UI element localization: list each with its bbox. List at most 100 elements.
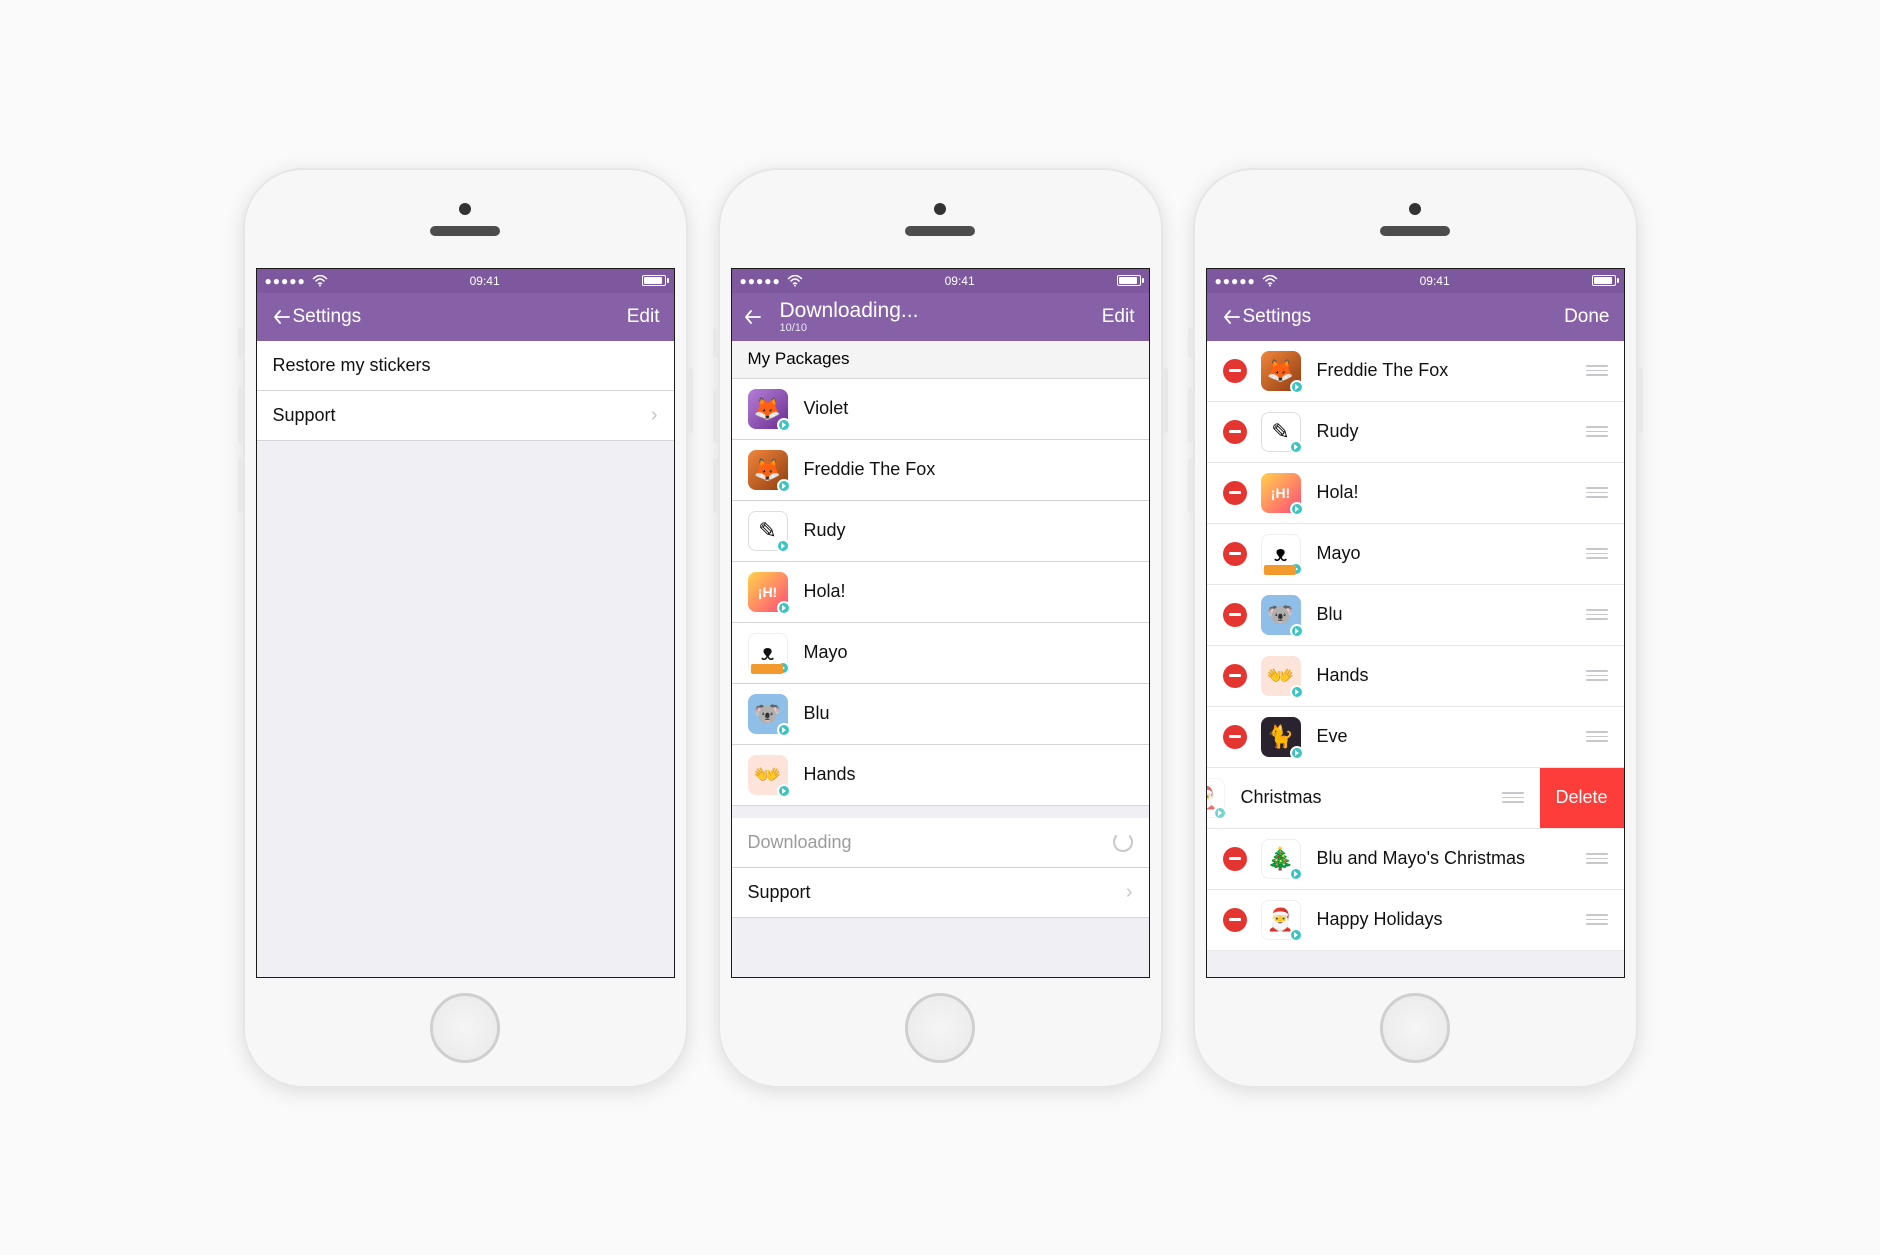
package-edit-row[interactable]: ᴥ Mayo bbox=[1207, 524, 1624, 585]
delete-minus-button[interactable] bbox=[1223, 481, 1247, 505]
sticker-avatar: 👐 bbox=[1261, 656, 1301, 696]
package-name: Mayo bbox=[1317, 543, 1361, 564]
delete-minus-button[interactable] bbox=[1223, 603, 1247, 627]
package-edit-row[interactable]: 🐈 Eve bbox=[1207, 707, 1624, 768]
package-name: Christmas bbox=[1241, 787, 1322, 808]
package-row[interactable]: ¡H! Hola! bbox=[732, 562, 1149, 623]
row-label: Downloading bbox=[748, 832, 852, 853]
downloading-row: Downloading bbox=[732, 818, 1149, 868]
reorder-handle-icon[interactable] bbox=[1586, 914, 1608, 925]
package-row[interactable]: 🐨 Blu bbox=[732, 684, 1149, 745]
sticker-avatar: ¡H! bbox=[1261, 473, 1301, 513]
sticker-avatar: ¡H! bbox=[748, 572, 788, 612]
package-edit-row[interactable]: ✎ Rudy bbox=[1207, 402, 1624, 463]
package-row[interactable]: 👐 Hands bbox=[732, 745, 1149, 806]
package-name: Hands bbox=[804, 764, 856, 785]
section-header: My Packages bbox=[732, 341, 1149, 379]
delete-minus-button[interactable] bbox=[1223, 908, 1247, 932]
package-name: Hola! bbox=[1317, 482, 1359, 503]
screen-2: ●●●●● 09:41 Downloading... 10/10 Edit My… bbox=[731, 268, 1150, 978]
reorder-handle-icon[interactable] bbox=[1586, 426, 1608, 437]
package-name: Blu bbox=[804, 703, 830, 724]
reorder-handle-icon[interactable] bbox=[1586, 670, 1608, 681]
play-badge-icon bbox=[1289, 867, 1303, 881]
sticker-avatar: 👐 bbox=[748, 755, 788, 795]
package-name: Freddie The Fox bbox=[1317, 360, 1449, 381]
settings-list: Restore my stickers Support › bbox=[257, 341, 674, 441]
package-row[interactable]: ᴥ Mayo bbox=[732, 623, 1149, 684]
reorder-handle-icon[interactable] bbox=[1586, 609, 1608, 620]
reorder-handle-icon[interactable] bbox=[1502, 792, 1524, 803]
delete-minus-button[interactable] bbox=[1223, 847, 1247, 871]
reorder-handle-icon[interactable] bbox=[1586, 548, 1608, 559]
row-label: Support bbox=[273, 405, 336, 426]
play-badge-icon bbox=[1290, 502, 1304, 516]
reorder-handle-icon[interactable] bbox=[1586, 365, 1608, 376]
play-badge-icon bbox=[777, 418, 791, 432]
package-edit-row[interactable]: 🎄 Blu and Mayo's Christmas bbox=[1207, 829, 1624, 890]
delete-minus-button[interactable] bbox=[1223, 420, 1247, 444]
home-button[interactable] bbox=[1380, 993, 1450, 1063]
battery-icon bbox=[1117, 275, 1141, 286]
battery-icon bbox=[642, 275, 666, 286]
delete-minus-button[interactable] bbox=[1223, 664, 1247, 688]
package-name: Eve bbox=[1317, 726, 1348, 747]
delete-minus-button[interactable] bbox=[1223, 359, 1247, 383]
play-badge-icon bbox=[777, 479, 791, 493]
nav-subtitle: 10/10 bbox=[780, 322, 1090, 334]
reorder-handle-icon[interactable] bbox=[1586, 487, 1608, 498]
sticker-avatar: ᴥ bbox=[748, 633, 788, 673]
package-row[interactable]: 🦊 Violet bbox=[732, 379, 1149, 440]
package-edit-row[interactable]: ¡H! Hola! bbox=[1207, 463, 1624, 524]
home-button[interactable] bbox=[905, 993, 975, 1063]
nav-title: Downloading... bbox=[780, 299, 1090, 322]
home-button[interactable] bbox=[430, 993, 500, 1063]
packages-edit-list[interactable]: 🦊 Freddie The Fox✎ Rudy¡H! Hola!ᴥ bbox=[1207, 341, 1624, 951]
reorder-handle-icon[interactable] bbox=[1586, 731, 1608, 742]
package-row[interactable]: ✎ Rudy bbox=[732, 501, 1149, 562]
status-bar: ●●●●● 09:41 bbox=[257, 269, 674, 293]
support-row[interactable]: Support › bbox=[257, 391, 674, 441]
delete-minus-button[interactable] bbox=[1223, 542, 1247, 566]
edit-button[interactable]: Edit bbox=[1102, 306, 1135, 328]
phone-frame-1: ●●●●● 09:41 Settings Edit Restore my sti… bbox=[243, 168, 688, 1088]
package-edit-row[interactable]: 🐨 Blu bbox=[1207, 585, 1624, 646]
package-name: Hands bbox=[1317, 665, 1369, 686]
play-badge-icon bbox=[1290, 685, 1304, 699]
row-label: Support bbox=[748, 882, 811, 903]
package-edit-row[interactable]: 🎅 Christmas Delete bbox=[1207, 768, 1624, 829]
play-badge-icon bbox=[1289, 440, 1303, 454]
back-button[interactable] bbox=[1221, 306, 1243, 328]
nav-title: Settings bbox=[293, 306, 362, 328]
delete-button[interactable]: Delete bbox=[1540, 768, 1624, 828]
back-button[interactable] bbox=[742, 306, 764, 328]
package-name: Blu bbox=[1317, 604, 1343, 625]
sticker-avatar: ✎ bbox=[1261, 412, 1301, 452]
delete-minus-button[interactable] bbox=[1223, 725, 1247, 749]
play-badge-icon bbox=[1289, 928, 1303, 942]
nav-title-group: Downloading... 10/10 bbox=[780, 299, 1090, 334]
back-button[interactable] bbox=[271, 306, 293, 328]
screen-1: ●●●●● 09:41 Settings Edit Restore my sti… bbox=[256, 268, 675, 978]
edit-button[interactable]: Edit bbox=[627, 306, 660, 328]
sticker-avatar: 🎅 bbox=[1206, 778, 1225, 818]
packages-list[interactable]: My Packages 🦊 Violet 🦊 Freddie The Fox ✎… bbox=[732, 341, 1149, 918]
reorder-handle-icon[interactable] bbox=[1586, 853, 1608, 864]
support-row[interactable]: Support › bbox=[732, 868, 1149, 918]
battery-icon bbox=[1592, 275, 1616, 286]
done-button[interactable]: Done bbox=[1564, 306, 1609, 328]
sticker-avatar: 🎄 bbox=[1261, 839, 1301, 879]
package-edit-row[interactable]: 🦊 Freddie The Fox bbox=[1207, 341, 1624, 402]
chevron-right-icon: › bbox=[651, 404, 658, 427]
package-name: Mayo bbox=[804, 642, 848, 663]
play-badge-icon bbox=[1290, 624, 1304, 638]
package-edit-row[interactable]: 🎅 Happy Holidays bbox=[1207, 890, 1624, 951]
chevron-right-icon: › bbox=[1126, 881, 1133, 904]
package-name: Rudy bbox=[1317, 421, 1359, 442]
play-badge-icon bbox=[777, 601, 791, 615]
package-row[interactable]: 🦊 Freddie The Fox bbox=[732, 440, 1149, 501]
restore-stickers-row[interactable]: Restore my stickers bbox=[257, 341, 674, 391]
screen-3: ●●●●● 09:41 Settings Done 🦊 Freddie The … bbox=[1206, 268, 1625, 978]
package-edit-row[interactable]: 👐 Hands bbox=[1207, 646, 1624, 707]
signal-icon: ●●●●● bbox=[265, 274, 328, 288]
